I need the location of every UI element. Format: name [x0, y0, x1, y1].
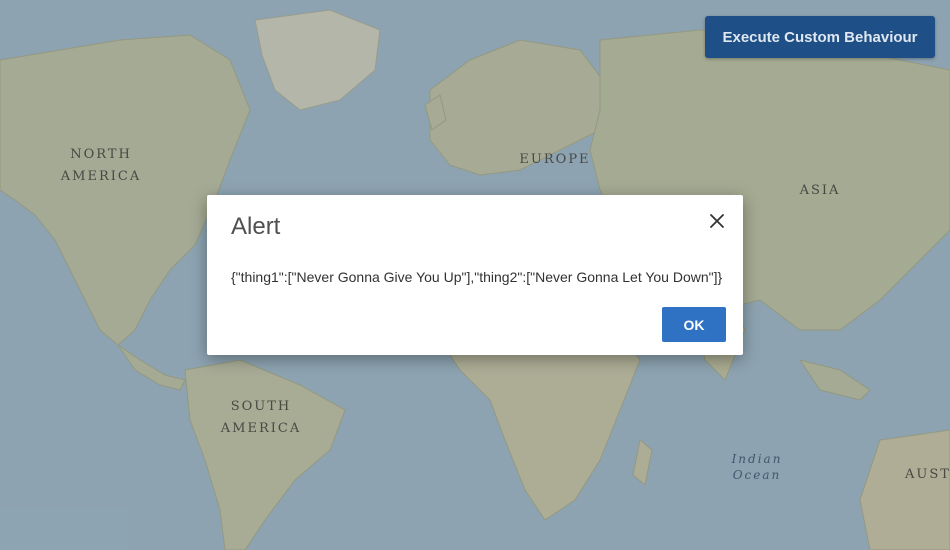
alert-dialog: Alert {"thing1":["Never Gonna Give You U… — [207, 195, 743, 355]
alert-message: {"thing1":["Never Gonna Give You Up"],"t… — [231, 269, 723, 285]
execute-custom-behaviour-button[interactable]: Execute Custom Behaviour — [705, 16, 935, 58]
ok-button[interactable]: OK — [662, 307, 726, 342]
close-icon — [710, 214, 724, 228]
close-button[interactable] — [705, 209, 729, 233]
alert-title: Alert — [231, 213, 281, 240]
